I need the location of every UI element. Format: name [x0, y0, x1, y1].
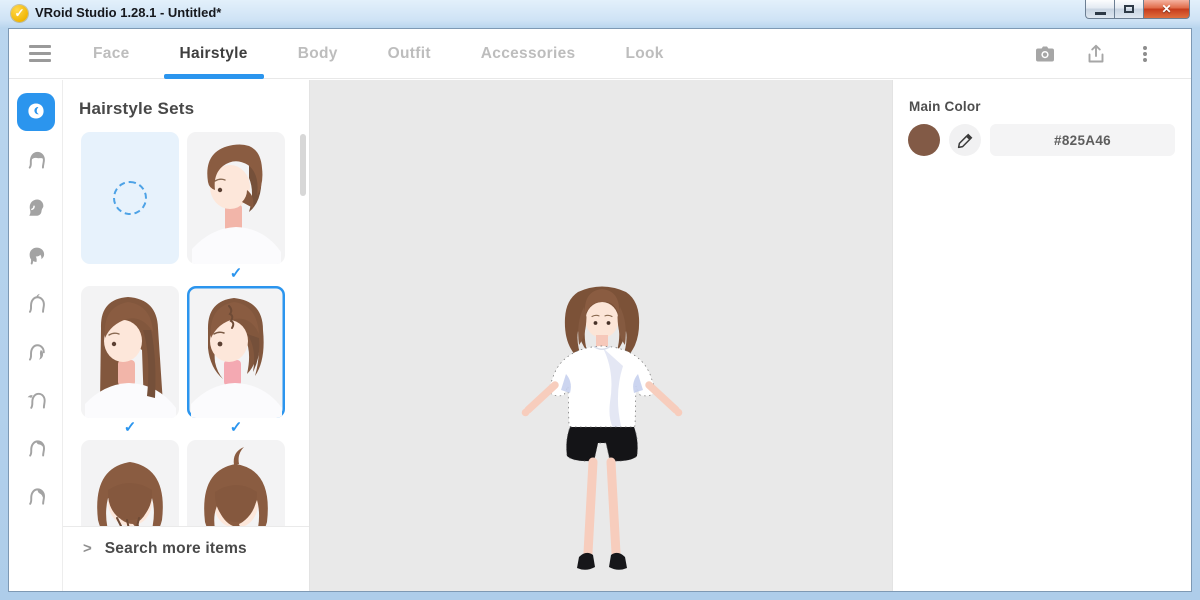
window-title: VRoid Studio 1.28.1 - Untitled*	[35, 5, 221, 20]
hair-category-sidebar	[9, 80, 63, 591]
panel-scrollbar[interactable]	[300, 134, 306, 196]
panel-title: Hairstyle Sets	[79, 99, 309, 119]
empty-selection-icon	[113, 181, 147, 215]
hairstyle-item-long[interactable]: ✓	[81, 286, 179, 440]
tab-accessories[interactable]: Accessories	[469, 29, 588, 79]
extensions-icon[interactable]	[17, 333, 55, 371]
hairstyle-sets-panel: Hairstyle Sets ✓	[63, 80, 310, 591]
main-color-swatch[interactable]	[908, 124, 940, 156]
character-model	[482, 274, 722, 591]
maximize-button[interactable]	[1115, 0, 1144, 19]
side-hair-icon[interactable]	[17, 237, 55, 275]
main-color-row: #825A46	[908, 124, 1175, 156]
bangs-icon[interactable]	[17, 141, 55, 179]
hex-color-field[interactable]: #825A46	[990, 124, 1175, 156]
maximize-icon	[1124, 5, 1134, 13]
title-bar: ✓ VRoid Studio 1.28.1 - Untitled* ✕	[0, 0, 1200, 28]
hairstyle-item-none[interactable]: ✓	[81, 132, 179, 286]
viewport-3d[interactable]	[310, 80, 892, 591]
chevron-right-icon: >	[83, 540, 92, 591]
check-icon: ✓	[230, 265, 243, 282]
ahoge-icon[interactable]	[17, 285, 55, 323]
hairstyle-item-shaggy[interactable]: ✓	[81, 440, 179, 540]
minimize-icon	[1095, 12, 1106, 15]
hex-color-value: #825A46	[1054, 133, 1111, 148]
hairstyle-item-short[interactable]: ✓	[187, 132, 285, 286]
client-area: Face Hairstyle Body Outfit Accessories L…	[8, 28, 1192, 592]
tied-hair-icon[interactable]	[17, 381, 55, 419]
top-navbar: Face Hairstyle Body Outfit Accessories L…	[9, 29, 1191, 79]
window-controls: ✕	[1085, 0, 1190, 19]
main-area: Hairstyle Sets ✓	[9, 80, 1191, 591]
close-icon: ✕	[1161, 2, 1171, 16]
tab-hairstyle[interactable]: Hairstyle	[168, 29, 260, 79]
eyedropper-button[interactable]	[949, 124, 981, 156]
color-panel: Main Color #825A46	[892, 80, 1191, 591]
hairstyle-item-ahoge[interactable]: ✓	[187, 440, 285, 540]
check-icon: ✓	[124, 419, 137, 436]
more-menu-icon[interactable]	[1135, 42, 1155, 66]
tab-face[interactable]: Face	[81, 29, 142, 79]
mode-tabs: Face Hairstyle Body Outfit Accessories L…	[81, 29, 702, 79]
eyedropper-icon	[957, 132, 974, 149]
app-window: ✓ VRoid Studio 1.28.1 - Untitled* ✕ Face…	[0, 0, 1200, 600]
hairstyle-item-bob[interactable]: ✓	[187, 286, 285, 440]
back-hair-icon[interactable]	[17, 189, 55, 227]
close-button[interactable]: ✕	[1144, 0, 1190, 19]
camera-icon[interactable]	[1033, 42, 1057, 66]
tab-outfit[interactable]: Outfit	[376, 29, 443, 79]
minimize-button[interactable]	[1085, 0, 1115, 19]
tab-body[interactable]: Body	[286, 29, 350, 79]
check-icon: ✓	[230, 419, 243, 436]
nav-actions	[1033, 29, 1155, 79]
search-more-label: Search more items	[105, 540, 247, 591]
short-hair-icon[interactable]	[17, 477, 55, 515]
main-color-label: Main Color	[909, 99, 1191, 114]
hairstyle-grid-scroll: ✓	[63, 132, 309, 540]
vroid-app-icon: ✓	[11, 5, 28, 22]
hairstyle-sets-icon[interactable]	[17, 93, 55, 131]
hairstyle-grid: ✓	[63, 132, 309, 540]
search-more-items-button[interactable]: > Search more items	[63, 526, 309, 591]
export-icon[interactable]	[1084, 42, 1108, 66]
braid-hair-icon[interactable]	[17, 429, 55, 467]
tab-look[interactable]: Look	[613, 29, 675, 79]
hamburger-menu-icon[interactable]	[29, 45, 51, 62]
